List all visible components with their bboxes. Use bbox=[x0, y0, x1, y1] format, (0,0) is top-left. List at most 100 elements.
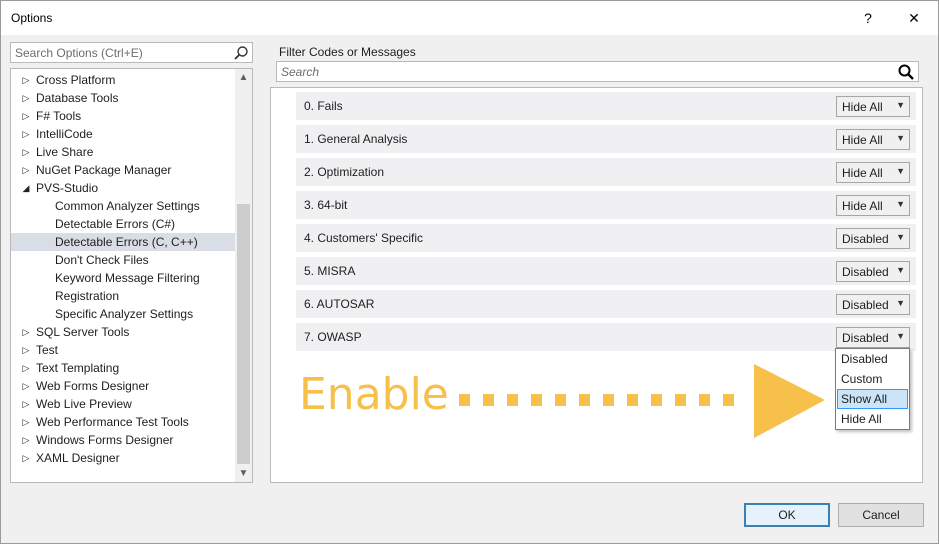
level-combobox[interactable]: Disabled ▼ bbox=[836, 327, 910, 348]
dropdown-option[interactable]: Disabled bbox=[837, 349, 908, 369]
error-group-row: 0. Fails Hide All ▼ bbox=[296, 92, 916, 120]
expand-arrow-icon[interactable]: ▷ bbox=[20, 359, 32, 377]
error-group-row: 5. MISRA Disabled ▼ bbox=[296, 257, 916, 285]
options-search-placeholder: Search Options (Ctrl+E) bbox=[15, 46, 143, 60]
tree-item-label: Test bbox=[36, 343, 59, 357]
options-dialog: Options ? ✕ Search Options (Ctrl+E) ▷ Cro… bbox=[0, 0, 939, 544]
tree-item[interactable]: ▷ SQL Server Tools bbox=[11, 323, 236, 341]
expand-arrow-icon[interactable]: ▷ bbox=[20, 107, 32, 125]
tree-item[interactable]: Detectable Errors (C, C++) bbox=[11, 233, 236, 251]
tree-item-label: SQL Server Tools bbox=[36, 325, 130, 339]
error-group-row: 4. Customers' Specific Disabled ▼ bbox=[296, 224, 916, 252]
tree-item[interactable]: Don't Check Files bbox=[11, 251, 236, 269]
expand-arrow-icon[interactable]: ▷ bbox=[20, 449, 32, 467]
tree-item-label: XAML Designer bbox=[36, 451, 120, 465]
search-icon[interactable] bbox=[897, 63, 915, 81]
level-combobox[interactable]: Disabled ▼ bbox=[836, 261, 910, 282]
filter-label: Filter Codes or Messages bbox=[279, 45, 416, 59]
expand-arrow-icon[interactable]: ▷ bbox=[20, 125, 32, 143]
dropdown-option[interactable]: Hide All bbox=[837, 409, 908, 429]
scroll-thumb[interactable] bbox=[237, 204, 250, 464]
level-combobox-value: Hide All bbox=[842, 166, 883, 180]
dropdown-option[interactable]: Custom bbox=[837, 369, 908, 389]
tree-item[interactable]: ▷ Text Templating bbox=[11, 359, 236, 377]
tree-item[interactable]: ▷ Web Live Preview bbox=[11, 395, 236, 413]
annotation-enable-text: Enable bbox=[299, 369, 449, 420]
tree-item[interactable]: Common Analyzer Settings bbox=[11, 197, 236, 215]
tree-item[interactable]: ▷ Test bbox=[11, 341, 236, 359]
cancel-button[interactable]: Cancel bbox=[838, 503, 924, 527]
chevron-down-icon: ▼ bbox=[896, 199, 905, 209]
expand-arrow-icon[interactable]: ▷ bbox=[20, 161, 32, 179]
error-group-name: 7. OWASP bbox=[304, 330, 362, 344]
level-combobox-value: Hide All bbox=[842, 199, 883, 213]
tree-item-label: NuGet Package Manager bbox=[36, 163, 172, 177]
tree-item[interactable]: ▷ NuGet Package Manager bbox=[11, 161, 236, 179]
expand-arrow-icon[interactable]: ▷ bbox=[20, 341, 32, 359]
level-combobox-value: Disabled bbox=[842, 265, 889, 279]
tree-item[interactable]: ▷ XAML Designer bbox=[11, 449, 236, 467]
expand-arrow-icon[interactable]: ▷ bbox=[20, 89, 32, 107]
tree-item[interactable]: ◢ PVS-Studio bbox=[11, 179, 236, 197]
error-group-name: 6. AUTOSAR bbox=[304, 297, 375, 311]
options-search-input[interactable]: Search Options (Ctrl+E) bbox=[10, 42, 253, 63]
level-combobox[interactable]: Hide All ▼ bbox=[836, 162, 910, 183]
tree-item-label: Common Analyzer Settings bbox=[55, 199, 200, 213]
tree-item[interactable]: Specific Analyzer Settings bbox=[11, 305, 236, 323]
tree-item[interactable]: ▷ Database Tools bbox=[11, 89, 236, 107]
error-group-row: 6. AUTOSAR Disabled ▼ bbox=[296, 290, 916, 318]
tree-item[interactable]: ▷ Live Share bbox=[11, 143, 236, 161]
tree-item-label: Keyword Message Filtering bbox=[55, 271, 200, 285]
tree-item[interactable]: Registration bbox=[11, 287, 236, 305]
search-icon[interactable] bbox=[233, 45, 249, 61]
tree-item[interactable]: ▷ Web Forms Designer bbox=[11, 377, 236, 395]
level-combobox[interactable]: Hide All ▼ bbox=[836, 129, 910, 150]
tree-item[interactable]: ▷ Windows Forms Designer bbox=[11, 431, 236, 449]
chevron-down-icon: ▼ bbox=[896, 133, 905, 143]
tree-item[interactable]: ▷ IntelliCode bbox=[11, 125, 236, 143]
tree-item-label: IntelliCode bbox=[36, 127, 93, 141]
level-combobox-value: Disabled bbox=[842, 298, 889, 312]
tree-scrollbar[interactable]: ▲ ▼ bbox=[235, 69, 252, 482]
dropdown-option[interactable]: Show All bbox=[837, 389, 908, 409]
expand-arrow-icon[interactable]: ▷ bbox=[20, 431, 32, 449]
tree-item[interactable]: Keyword Message Filtering bbox=[11, 269, 236, 287]
chevron-down-icon: ▼ bbox=[896, 298, 905, 308]
chevron-down-icon: ▼ bbox=[896, 166, 905, 176]
level-combobox-value: Disabled bbox=[842, 331, 889, 345]
level-combobox[interactable]: Hide All ▼ bbox=[836, 195, 910, 216]
filter-search-input[interactable]: Search bbox=[276, 61, 919, 82]
level-dropdown-menu[interactable]: Disabled Custom Show All Hide All bbox=[835, 348, 910, 430]
expand-arrow-icon[interactable]: ▷ bbox=[20, 71, 32, 89]
scroll-down-icon[interactable]: ▼ bbox=[235, 465, 252, 482]
level-combobox[interactable]: Disabled ▼ bbox=[836, 294, 910, 315]
help-button[interactable]: ? bbox=[845, 1, 891, 35]
level-combobox-value: Disabled bbox=[842, 232, 889, 246]
options-tree[interactable]: ▷ Cross Platform ▷ Database Tools ▷ F# Tools ▷… bbox=[10, 68, 253, 483]
expand-arrow-icon[interactable]: ▷ bbox=[20, 323, 32, 341]
expand-arrow-icon[interactable]: ▷ bbox=[20, 395, 32, 413]
expand-arrow-icon[interactable]: ▷ bbox=[20, 143, 32, 161]
scroll-up-icon[interactable]: ▲ bbox=[235, 69, 252, 86]
ok-button[interactable]: OK bbox=[744, 503, 830, 527]
level-combobox[interactable]: Hide All ▼ bbox=[836, 96, 910, 117]
tree-item-label: Don't Check Files bbox=[55, 253, 149, 267]
collapse-arrow-icon[interactable]: ◢ bbox=[20, 179, 32, 197]
tree-item-label: Cross Platform bbox=[36, 73, 116, 87]
tree-item-label: Live Share bbox=[36, 145, 94, 159]
error-group-name: 0. Fails bbox=[304, 99, 343, 113]
tree-item[interactable]: ▷ Cross Platform bbox=[11, 71, 236, 89]
error-group-row: 1. General Analysis Hide All ▼ bbox=[296, 125, 916, 153]
close-button[interactable]: ✕ bbox=[891, 1, 937, 35]
tree-item[interactable]: ▷ F# Tools bbox=[11, 107, 236, 125]
tree-item-label: Text Templating bbox=[36, 361, 120, 375]
level-combobox[interactable]: Disabled ▼ bbox=[836, 228, 910, 249]
tree-item-label: Windows Forms Designer bbox=[36, 433, 174, 447]
expand-arrow-icon[interactable]: ▷ bbox=[20, 377, 32, 395]
tree-item[interactable]: ▷ Web Performance Test Tools bbox=[11, 413, 236, 431]
tree-item[interactable]: Detectable Errors (C#) bbox=[11, 215, 236, 233]
tree-item-label: Registration bbox=[55, 289, 120, 303]
chevron-down-icon: ▼ bbox=[896, 232, 905, 242]
error-group-name: 1. General Analysis bbox=[304, 132, 408, 146]
expand-arrow-icon[interactable]: ▷ bbox=[20, 413, 32, 431]
